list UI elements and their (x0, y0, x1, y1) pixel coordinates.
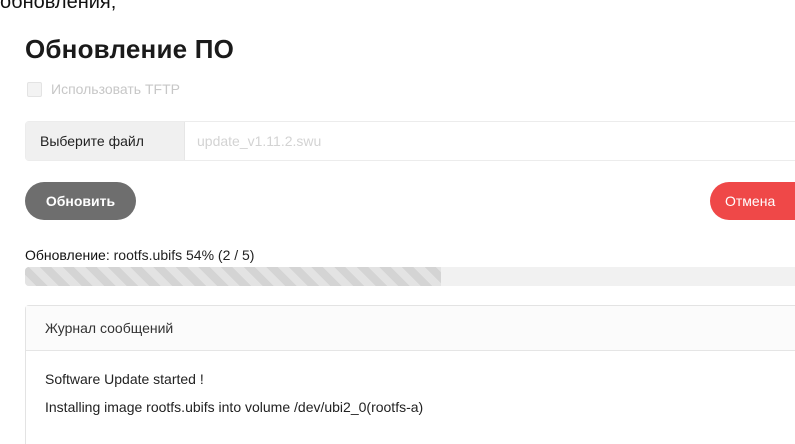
file-input-group[interactable]: Выберите файл update_v1.11.2.swu (25, 121, 795, 161)
cropped-previous-text: обновления; (0, 0, 117, 13)
log-body: Software Update started ! Installing ima… (26, 351, 795, 425)
progress-bar-fill (25, 267, 441, 286)
log-line: Software Update started ! (45, 371, 204, 387)
choose-file-button[interactable]: Выберите файл (26, 122, 185, 160)
tftp-checkbox[interactable] (27, 81, 42, 97)
tftp-option[interactable]: Использовать TFTP (27, 81, 180, 97)
progress-bar (25, 267, 795, 286)
firmware-update-page: обновления; Обновление ПО Использовать T… (0, 0, 795, 444)
update-status: Обновление: rootfs.ubifs 54% (2 / 5) (25, 247, 254, 263)
log-panel-title: Журнал сообщений (26, 306, 795, 351)
update-button[interactable]: Обновить (25, 182, 136, 220)
cancel-button[interactable]: Отмена (710, 182, 795, 220)
status-label: Обновление: (25, 247, 110, 263)
status-text: rootfs.ubifs 54% (2 / 5) (113, 247, 255, 263)
selected-file-name: update_v1.11.2.swu (197, 133, 322, 149)
tftp-label: Использовать TFTP (51, 81, 180, 97)
message-log-panel: Журнал сообщений Software Update started… (25, 305, 795, 444)
log-line: Installing image rootfs.ubifs into volum… (45, 399, 424, 415)
page-title: Обновление ПО (25, 34, 235, 64)
